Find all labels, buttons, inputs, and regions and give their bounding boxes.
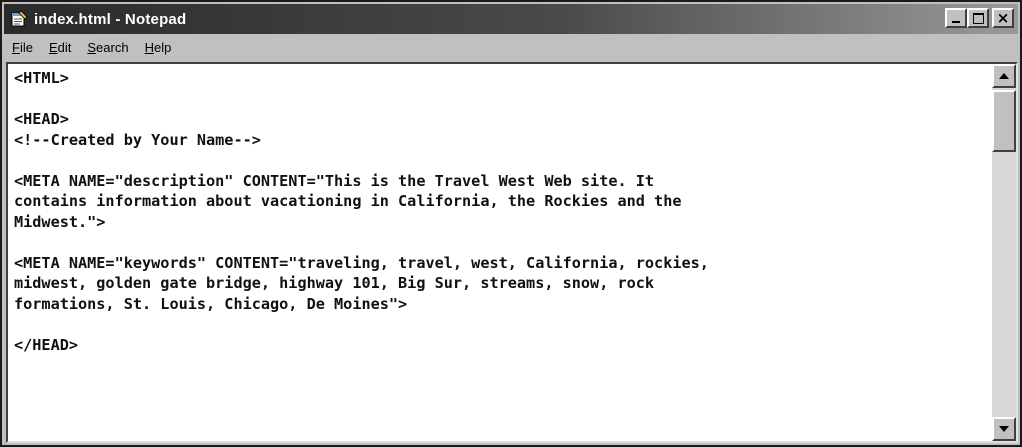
arrow-down-icon [999, 426, 1009, 432]
menu-file-label: ile [19, 39, 33, 55]
menu-file[interactable]: File [4, 40, 41, 55]
menu-search-label: earch [96, 39, 129, 55]
notepad-icon [10, 10, 28, 28]
menu-help-mnemonic: H [144, 39, 154, 55]
minimize-button[interactable] [945, 8, 967, 28]
window-controls: × [945, 8, 1014, 28]
menu-file-mnemonic: F [12, 39, 20, 55]
editor-text-area[interactable]: <HTML> <HEAD> <!--Created by Your Name--… [10, 66, 988, 439]
menu-help-label: elp [153, 39, 172, 55]
scroll-down-button[interactable] [992, 417, 1016, 441]
menu-edit-label: dit [57, 39, 72, 55]
arrow-up-icon [999, 73, 1009, 79]
vertical-scrollbar[interactable] [992, 64, 1016, 441]
notepad-window: index.html - Notepad × File Edit Search … [0, 0, 1022, 447]
maximize-icon [972, 12, 984, 24]
title-bar[interactable]: index.html - Notepad × [4, 4, 1018, 34]
scroll-up-button[interactable] [992, 64, 1016, 88]
menu-help[interactable]: Help [137, 40, 180, 55]
maximize-button[interactable] [967, 8, 989, 28]
window-title: index.html - Notepad [34, 10, 187, 28]
menu-search-mnemonic: S [87, 39, 97, 55]
close-icon: × [996, 8, 1010, 27]
document-content[interactable]: <HTML> <HEAD> <!--Created by Your Name--… [10, 66, 988, 357]
scroll-thumb[interactable] [992, 90, 1016, 152]
menu-edit-mnemonic: E [48, 39, 58, 55]
menu-edit[interactable]: Edit [41, 40, 79, 55]
menu-search[interactable]: Search [79, 40, 136, 55]
menu-bar: File Edit Search Help [4, 35, 1018, 59]
close-button[interactable]: × [992, 8, 1014, 28]
minimize-icon [952, 21, 960, 23]
text-editor[interactable]: <HTML> <HEAD> <!--Created by Your Name--… [6, 62, 1018, 443]
